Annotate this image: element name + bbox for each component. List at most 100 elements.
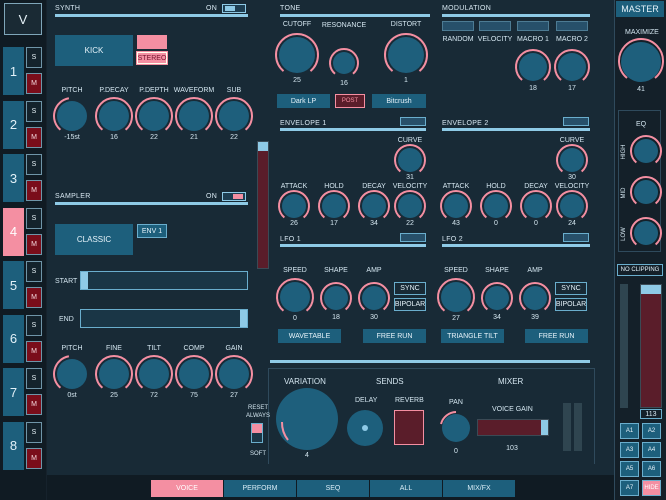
- lfo1-amp-knob[interactable]: [358, 282, 390, 311]
- voice-3-mute-button[interactable]: M: [26, 180, 42, 201]
- envelope-2-slot[interactable]: [563, 117, 589, 126]
- lfo2-shape-knob[interactable]: [481, 282, 513, 311]
- maximize-knob[interactable]: [618, 38, 664, 82]
- envelope-1-slot[interactable]: [400, 117, 426, 126]
- v-button[interactable]: V: [4, 3, 42, 35]
- env1-hold-knob[interactable]: [318, 190, 350, 219]
- synth-color-swatch[interactable]: [137, 35, 167, 49]
- synth-sub-knob[interactable]: [215, 97, 253, 131]
- modulation-slot-1[interactable]: [442, 21, 474, 31]
- synth-waveform-knob[interactable]: [175, 97, 213, 131]
- lfo2-speed-knob[interactable]: [437, 278, 475, 312]
- macro-1-knob[interactable]: [515, 49, 551, 81]
- synth-pdecay-knob[interactable]: [95, 97, 133, 131]
- voice-gain-slider[interactable]: [477, 419, 549, 436]
- master-volume-slider[interactable]: [640, 284, 662, 408]
- sampler-pitch-knob[interactable]: [53, 355, 87, 389]
- sampler-preset-button[interactable]: CLASSIC: [55, 224, 133, 255]
- reverb-send-pad[interactable]: [394, 410, 424, 445]
- macro-2-knob[interactable]: [554, 49, 590, 81]
- lfo1-speed-knob[interactable]: [276, 278, 314, 312]
- pan-knob[interactable]: [440, 411, 470, 442]
- scene-hide-button[interactable]: HIDE: [642, 480, 661, 496]
- lfo2-amp-knob[interactable]: [519, 282, 551, 311]
- voice-2-solo-button[interactable]: S: [26, 100, 42, 122]
- voice-4-solo-button[interactable]: S: [26, 207, 42, 229]
- synth-pdepth-knob[interactable]: [135, 97, 173, 131]
- env1-decay-knob[interactable]: [358, 190, 390, 219]
- env2-hold-knob[interactable]: [480, 190, 512, 219]
- lfo-1-sync-button[interactable]: SYNC: [394, 282, 426, 295]
- synth-sampler-balance-slider[interactable]: [257, 141, 269, 269]
- voice-4-button[interactable]: 4: [3, 207, 24, 256]
- tab-seq[interactable]: SEQ: [297, 480, 369, 497]
- scene-a3-button[interactable]: A3: [620, 442, 639, 458]
- lfo-2-sync-button[interactable]: SYNC: [555, 282, 587, 295]
- env2-decay-knob[interactable]: [520, 190, 552, 219]
- lfo-1-shape-button[interactable]: WAVETABLE: [278, 329, 341, 343]
- scene-a2-button[interactable]: A2: [642, 423, 661, 439]
- tab-perform[interactable]: PERFORM: [224, 480, 296, 497]
- voice-2-button[interactable]: 2: [3, 100, 24, 149]
- sampler-tilt-knob[interactable]: [135, 355, 173, 389]
- tab-all[interactable]: ALL: [370, 480, 442, 497]
- scene-a1-button[interactable]: A1: [620, 423, 639, 439]
- scene-a6-button[interactable]: A6: [642, 461, 661, 477]
- lfo-2-slot[interactable]: [563, 233, 589, 242]
- eq-mid-knob[interactable]: [630, 176, 662, 205]
- env2-curve-knob[interactable]: [556, 144, 588, 173]
- eq-high-knob[interactable]: [630, 135, 662, 164]
- env1-attack-knob[interactable]: [278, 190, 310, 219]
- voice-8-solo-button[interactable]: S: [26, 421, 42, 443]
- sampler-fine-knob[interactable]: [95, 355, 133, 389]
- sampler-comp-knob[interactable]: [175, 355, 213, 389]
- filter-type-button[interactable]: Dark LP: [277, 94, 330, 108]
- distortion-type-button[interactable]: Bitcrush: [372, 94, 426, 108]
- env2-velocity-knob[interactable]: [556, 190, 588, 219]
- tab-voice[interactable]: VOICE: [151, 480, 223, 497]
- distort-knob[interactable]: [384, 33, 428, 73]
- tab-mix-fx[interactable]: MIX/FX: [443, 480, 515, 497]
- stereo-button[interactable]: STEREO: [136, 51, 168, 65]
- voice-4-mute-button[interactable]: M: [26, 233, 42, 255]
- lfo1-shape-knob[interactable]: [320, 282, 352, 311]
- voice-3-solo-button[interactable]: S: [26, 154, 42, 175]
- reset-always-toggle[interactable]: [251, 423, 263, 443]
- env-select-button[interactable]: ENV 1: [137, 224, 167, 238]
- voice-8-button[interactable]: 8: [3, 421, 24, 470]
- voice-5-button[interactable]: 5: [3, 261, 24, 309]
- voice-3-button[interactable]: 3: [3, 154, 24, 202]
- resonance-knob[interactable]: [329, 48, 359, 75]
- lfo-2-mode-button[interactable]: FREE RUN: [525, 329, 588, 343]
- eq-low-knob[interactable]: [630, 217, 662, 246]
- env2-attack-knob[interactable]: [440, 190, 472, 219]
- sampler-on-toggle[interactable]: [222, 192, 246, 201]
- env1-velocity-knob[interactable]: [394, 190, 426, 219]
- synth-preset-button[interactable]: KICK: [55, 35, 133, 66]
- modulation-slot-2[interactable]: [479, 21, 511, 31]
- delay-send-knob[interactable]: [347, 410, 383, 446]
- scene-a7-button[interactable]: A7: [620, 480, 639, 496]
- modulation-slot-3[interactable]: [517, 21, 549, 31]
- start-slider[interactable]: [80, 271, 248, 290]
- post-button[interactable]: POST: [335, 94, 365, 108]
- sampler-gain-knob[interactable]: [215, 355, 253, 389]
- env1-curve-knob[interactable]: [394, 144, 426, 173]
- voice-7-solo-button[interactable]: S: [26, 368, 42, 389]
- voice-5-mute-button[interactable]: M: [26, 287, 42, 308]
- variation-knob[interactable]: [276, 388, 338, 450]
- lfo-2-shape-button[interactable]: TRIANGLE TILT: [441, 329, 504, 343]
- modulation-slot-4[interactable]: [556, 21, 588, 31]
- no-clipping-button[interactable]: NO CLIPPING: [617, 264, 663, 276]
- lfo-2-bipolar-button[interactable]: BIPOLAR: [555, 298, 587, 311]
- synth-on-toggle[interactable]: [222, 4, 246, 13]
- voice-6-button[interactable]: 6: [3, 314, 24, 363]
- voice-6-solo-button[interactable]: S: [26, 314, 42, 336]
- end-slider[interactable]: [80, 309, 248, 328]
- cutoff-knob[interactable]: [275, 33, 319, 73]
- voice-5-solo-button[interactable]: S: [26, 261, 42, 282]
- lfo-1-slot[interactable]: [400, 233, 426, 242]
- voice-7-button[interactable]: 7: [3, 368, 24, 416]
- voice-1-button[interactable]: 1: [3, 47, 24, 95]
- lfo-1-mode-button[interactable]: FREE RUN: [363, 329, 426, 343]
